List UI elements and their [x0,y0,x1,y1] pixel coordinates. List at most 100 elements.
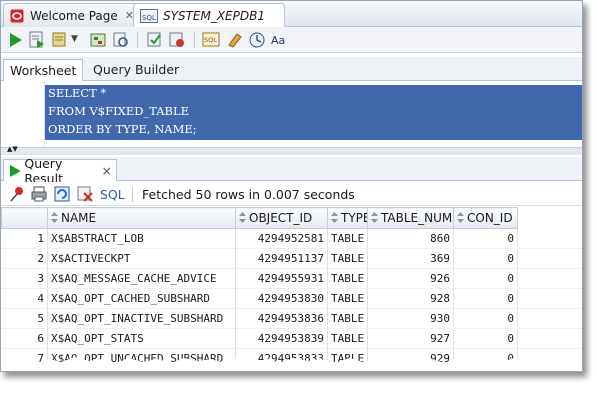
tab-sql-worksheet[interactable]: SQL SYSTEM_XEPDB1 ✕ [133,3,285,28]
cell-filler [517,228,582,249]
cell-name[interactable]: X$AQ_MESSAGE_CACHE_ADVICE [47,268,236,289]
sql-link[interactable]: SQL [100,187,125,202]
sort-icon [331,212,338,223]
cell-table-num[interactable]: 930 [367,308,454,329]
tab-worksheet[interactable]: Worksheet [3,59,84,81]
collapse-arrows-icon[interactable]: ▲▼ [7,145,18,153]
cell-table-num[interactable]: 369 [367,248,454,269]
unshared-sql-worksheet-icon[interactable]: SQL [202,31,220,49]
row-number[interactable]: 3 [1,268,48,289]
result-toolbar: SQL Fetched 50 rows in 0.007 seconds [1,182,582,206]
sort-icon [457,212,464,223]
editor-splitter[interactable]: ▲▼ [1,145,582,155]
explain-plan-icon[interactable] [90,31,108,49]
table-row[interactable]: 4 X$AQ_OPT_CACHED_SUBSHARD 4294953830 TABLE… [1,288,582,309]
cell-object-id[interactable]: 4294953839 [235,328,328,349]
sql-developer-window: Welcome Page ✕ SQL SYSTEM_XEPDB1 ✕ ▼ [0,0,583,372]
cancel-query-icon[interactable] [77,186,93,202]
row-number[interactable]: 6 [1,328,48,349]
table-row[interactable]: 5 X$AQ_OPT_INACTIVE_SUBSHARD 4294953836 TAB… [1,308,582,329]
clear-icon[interactable] [226,31,244,49]
cell-name[interactable]: X$ACTIVECKPT [47,248,236,269]
chevron-down-icon[interactable]: ▼ [71,34,78,44]
toolbar-separator [137,32,138,48]
commit-icon[interactable] [146,31,164,49]
sort-icon [239,212,246,223]
cell-object-id[interactable]: 4294952581 [235,228,328,249]
column-header-con-id[interactable]: CON_ID [453,207,518,229]
row-number[interactable]: 2 [1,248,48,269]
sql-tuning-advisor-icon[interactable] [112,31,130,49]
column-header-object-id[interactable]: OBJECT_ID [235,207,328,229]
cell-name[interactable]: X$AQ_OPT_STATS [47,328,236,349]
worksheet-toolbar: ▼ SQL Aa [1,27,582,53]
cell-object-id[interactable]: 4294953830 [235,288,328,309]
worksheet-tab-bar: Worksheet Query Builder [1,57,582,81]
cell-filler [517,328,582,349]
sql-worksheet-icon: SQL [140,9,158,23]
cell-filler [517,268,582,289]
tab-label: Welcome Page [30,8,118,23]
table-row[interactable]: 3 X$AQ_MESSAGE_CACHE_ADVICE 4294955931 TABL… [1,268,582,289]
cell-con-id[interactable]: 0 [453,328,518,349]
cell-filler [517,248,582,269]
cell-con-id[interactable]: 0 [453,268,518,289]
result-tab-bar: Query Result × [1,156,582,186]
cell-con-id[interactable]: 0 [453,228,518,249]
cell-table-num[interactable]: 860 [367,228,454,249]
cell-con-id[interactable]: 0 [453,308,518,329]
cell-object-id[interactable]: 4294953836 [235,308,328,329]
cell-type[interactable]: TABLE [327,308,368,329]
sort-icon [51,212,58,223]
cell-type[interactable]: TABLE [327,248,368,269]
cell-object-id[interactable]: 4294951137 [235,248,328,269]
svg-text:SQL: SQL [204,36,217,44]
torn-edge [1,357,582,371]
run-statement-icon[interactable] [6,31,24,49]
table-row[interactable]: 1 X$ABSTRACT_LOB 4294952581 TABLE 860 0 [1,228,582,249]
cell-table-num[interactable]: 928 [367,288,454,309]
refresh-icon[interactable] [54,186,70,202]
tab-query-builder[interactable]: Query Builder [87,59,185,81]
print-icon[interactable] [31,186,47,202]
table-row[interactable]: 2 X$ACTIVECKPT 4294951137 TABLE 369 0 [1,248,582,269]
close-icon[interactable]: × [102,163,112,178]
pin-icon[interactable] [9,186,25,202]
row-number[interactable]: 4 [1,288,48,309]
svg-text:SQL: SQL [142,14,156,22]
toolbar-separator [132,187,133,202]
cell-type[interactable]: TABLE [327,228,368,249]
cell-object-id[interactable]: 4294955931 [235,268,328,289]
toolbar-separator [194,32,195,48]
tab-query-result[interactable]: Query Result × [3,156,117,186]
row-number[interactable]: 5 [1,308,48,329]
cell-table-num[interactable]: 927 [367,328,454,349]
results-grid[interactable]: NAME OBJECT_ID TYPE TABLE_NUM CON_ID 1X$… [1,207,582,369]
sql-line: FROM V$FIXED_TABLE [48,104,190,118]
cell-name[interactable]: X$ABSTRACT_LOB [47,228,236,249]
tab-welcome-page[interactable]: Welcome Page ✕ [3,3,141,27]
cell-type[interactable]: TABLE [327,268,368,289]
cell-name[interactable]: X$AQ_OPT_INACTIVE_SUBSHARD [47,308,236,329]
grid-header-filler [517,207,582,229]
cell-name[interactable]: X$AQ_OPT_CACHED_SUBSHARD [47,288,236,309]
editor-tab-bar: Welcome Page ✕ SQL SYSTEM_XEPDB1 ✕ [1,1,582,28]
column-header-name[interactable]: NAME [47,207,236,229]
row-number[interactable]: 1 [1,228,48,249]
svg-text:Aa: Aa [271,34,285,47]
column-header-table-num[interactable]: TABLE_NUM [367,207,454,229]
cell-con-id[interactable]: 0 [453,288,518,309]
cell-table-num[interactable]: 926 [367,268,454,289]
cell-con-id[interactable]: 0 [453,248,518,269]
cell-type[interactable]: TABLE [327,288,368,309]
sql-editor[interactable]: SELECT * FROM V$FIXED_TABLE ORDER BY TYP… [1,81,582,147]
cell-type[interactable]: TABLE [327,328,368,349]
rollback-icon[interactable] [168,31,186,49]
autotrace-icon[interactable] [51,31,69,49]
run-script-icon[interactable] [28,31,46,49]
table-row[interactable]: 6 X$AQ_OPT_STATS 4294953839 TABLE 927 0 [1,328,582,349]
sql-history-icon[interactable] [248,31,266,49]
column-header-type[interactable]: TYPE [327,207,368,229]
cell-filler [517,288,582,309]
format-case-icon[interactable]: Aa [271,31,289,49]
